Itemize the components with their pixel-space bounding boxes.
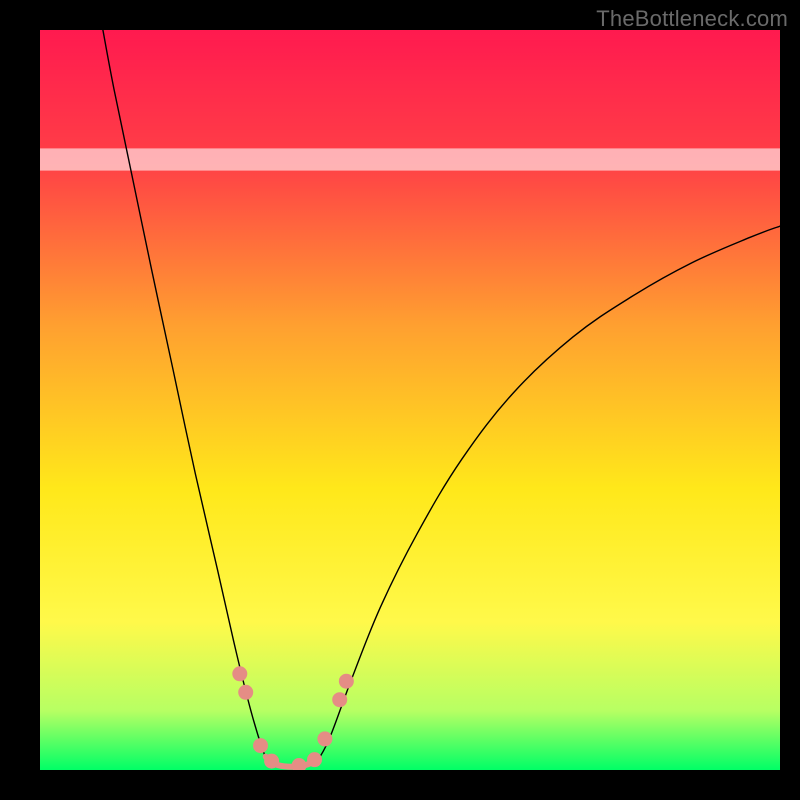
chart-svg xyxy=(40,30,780,770)
marker-markers-2 xyxy=(253,738,268,753)
marker-markers-7 xyxy=(332,692,347,707)
marker-markers-1 xyxy=(238,685,253,700)
marker-markers-5 xyxy=(307,752,322,767)
gradient-background xyxy=(40,30,780,770)
marker-markers-8 xyxy=(339,674,354,689)
plot-area xyxy=(40,30,780,770)
watermark-label: TheBottleneck.com xyxy=(596,6,788,32)
highlight-band xyxy=(40,148,780,170)
marker-markers-0 xyxy=(232,666,247,681)
marker-markers-3 xyxy=(264,754,279,769)
chart-frame: TheBottleneck.com xyxy=(0,0,800,800)
marker-markers-6 xyxy=(317,731,332,746)
